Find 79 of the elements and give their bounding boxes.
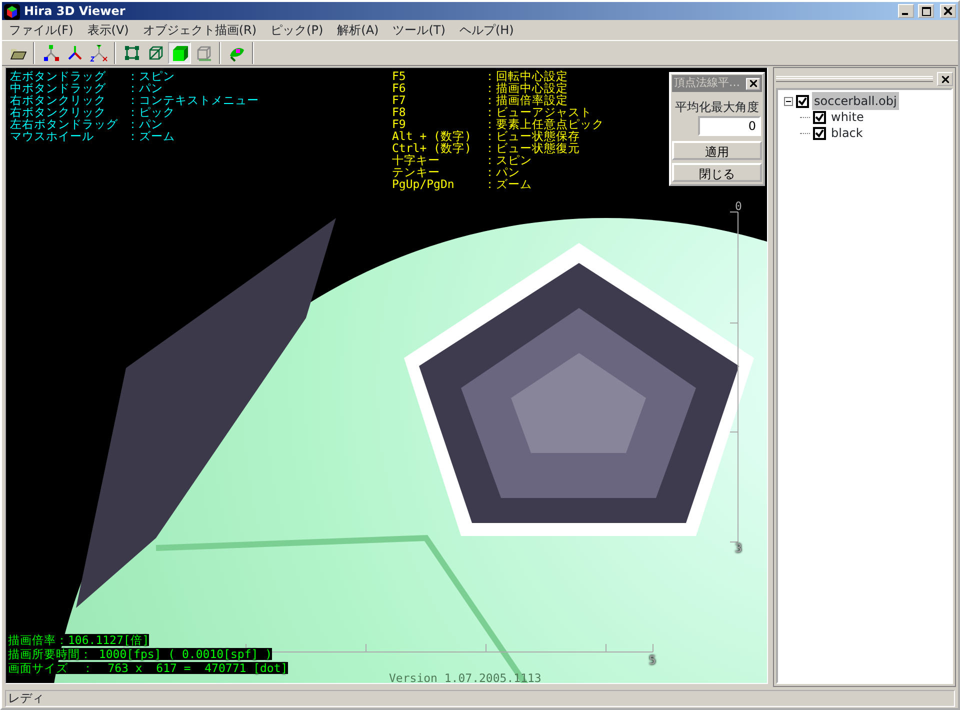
toolbar-button[interactable] bbox=[168, 42, 191, 64]
maximize-button[interactable] bbox=[918, 4, 934, 18]
shortcut-label: Ctrl+ (数字) bbox=[392, 142, 472, 154]
close-button[interactable] bbox=[940, 4, 956, 18]
axes-icon bbox=[42, 44, 60, 62]
maximize-icon bbox=[922, 6, 930, 16]
ruler-label: 5 bbox=[649, 654, 656, 666]
shortcut-action: ：ビュー状態保存 bbox=[484, 130, 580, 142]
version-label: Version 1.07.2005.1113 bbox=[389, 672, 542, 683]
shortcut-label: 十字キー bbox=[392, 154, 440, 166]
angle-field[interactable]: 0 bbox=[698, 116, 761, 136]
tree-checkbox[interactable] bbox=[796, 94, 809, 108]
shortcut-label: F7 bbox=[392, 94, 406, 106]
dialog-button[interactable]: 適用 bbox=[672, 141, 762, 160]
status-text: レディ bbox=[5, 690, 955, 706]
shortcut-label: 中ボタンドラッグ bbox=[10, 82, 106, 94]
close-icon bbox=[750, 80, 756, 87]
shortcut-action: ：パン bbox=[127, 82, 163, 94]
shortcut-action: ：スピン bbox=[484, 154, 532, 166]
shortcut-label: 右ボタンクリック bbox=[10, 94, 106, 106]
toolbar-button[interactable] bbox=[87, 42, 110, 64]
shortcut-action: ：ピック bbox=[127, 106, 175, 118]
tree-item[interactable]: white bbox=[829, 108, 866, 126]
menu-item[interactable]: ヘルプ(H) bbox=[452, 21, 521, 39]
shortcut-label: F8 bbox=[392, 106, 406, 118]
shortcut-label: マウスホイール bbox=[10, 130, 94, 142]
shortcut-label: 左右ボタンドラッグ bbox=[10, 118, 118, 130]
shortcut-action: ：ビューアジャスト bbox=[484, 106, 592, 118]
axes-icon bbox=[90, 44, 108, 62]
shortcut-action: ：ビュー状態復元 bbox=[484, 142, 580, 154]
wireframe-cube-icon bbox=[146, 44, 164, 62]
shortcut-action: ：回転中心設定 bbox=[484, 70, 568, 82]
solid-cube-icon bbox=[170, 44, 188, 62]
menu-item[interactable]: オブジェクト描画(R) bbox=[136, 21, 264, 39]
angle-label: 平均化最大角度 bbox=[674, 99, 760, 116]
tree-checkbox[interactable] bbox=[813, 126, 826, 140]
shortcut-label: テンキー bbox=[392, 166, 440, 178]
window-title: Hira 3D Viewer bbox=[24, 3, 126, 20]
hidden-line-cube-icon bbox=[194, 44, 212, 62]
menu-item[interactable]: 表示(V) bbox=[80, 21, 136, 39]
shortcut-action: ：ズーム bbox=[127, 130, 175, 142]
render-info: 描画所要時間： 1000[fps] ( 0.0010[spf] ) bbox=[8, 648, 272, 660]
shortcut-action: ：コンテキストメニュー bbox=[127, 94, 259, 106]
shortcut-action: ：要素上任意点ピック bbox=[484, 118, 604, 130]
shortcut-label: 右ボタンクリック bbox=[10, 106, 106, 118]
close-icon bbox=[944, 7, 952, 15]
minimize-button[interactable] bbox=[898, 4, 914, 18]
tree-item[interactable]: soccerball.obj bbox=[812, 92, 899, 110]
close-button[interactable] bbox=[937, 72, 953, 86]
shortcut-label: PgUp/PgDn bbox=[392, 178, 454, 190]
shortcut-label: F9 bbox=[392, 118, 406, 130]
close-icon bbox=[942, 76, 948, 82]
shortcut-action: ：スピン bbox=[127, 70, 175, 82]
dialog-button[interactable]: 閉じる bbox=[672, 163, 762, 182]
tree-item[interactable]: black bbox=[829, 124, 865, 142]
node-frame-icon bbox=[122, 44, 140, 62]
collapse-icon[interactable] bbox=[784, 97, 793, 106]
close-button[interactable] bbox=[746, 78, 760, 90]
menu-item[interactable]: ツール(T) bbox=[386, 21, 452, 39]
render-info: 描画倍率：106.1127[倍] bbox=[8, 634, 150, 646]
render-info: 画面サイズ ： 763 x 617 = 470771 [dot] bbox=[8, 662, 288, 674]
cube-icon bbox=[4, 4, 20, 20]
shortcut-action: ：ズーム bbox=[484, 178, 532, 190]
ruler-label: 3 bbox=[735, 542, 742, 554]
ruler-label: 0 bbox=[735, 200, 742, 212]
tree-checkbox[interactable] bbox=[813, 110, 826, 124]
menu-item[interactable]: ファイル(F) bbox=[2, 21, 80, 39]
dialog-title: 頂点法線平… bbox=[674, 75, 740, 92]
shortcut-action: ：パン bbox=[484, 166, 520, 178]
shortcut-label: F6 bbox=[392, 82, 406, 94]
shortcut-action: ：描画中心設定 bbox=[484, 82, 568, 94]
shortcut-label: 左ボタンドラッグ bbox=[10, 70, 106, 82]
menu-item[interactable]: ピック(P) bbox=[264, 21, 330, 39]
shortcut-label: F5 bbox=[392, 70, 406, 82]
shortcut-action: ：パン bbox=[127, 118, 163, 130]
shortcut-action: ：描画倍率設定 bbox=[484, 94, 568, 106]
menu-item[interactable]: 解析(A) bbox=[330, 21, 386, 39]
axes-icon bbox=[66, 44, 84, 62]
shortcut-label: Alt + (数字) bbox=[392, 130, 472, 142]
